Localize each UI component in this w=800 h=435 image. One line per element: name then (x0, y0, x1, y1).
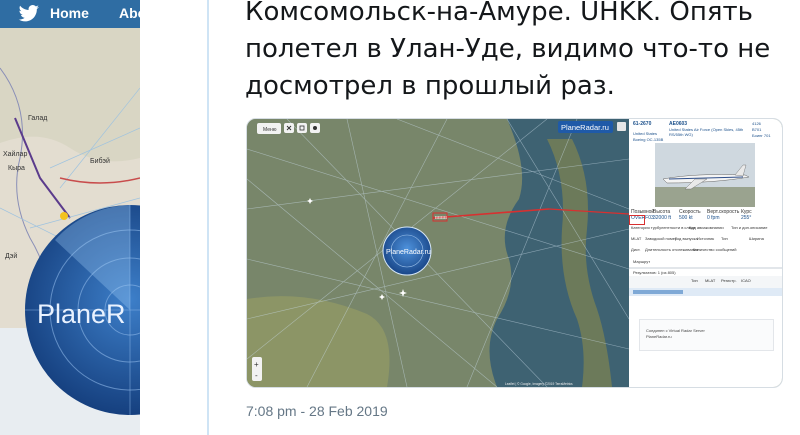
aircraft-photo (655, 143, 755, 207)
tweet-timestamp[interactable]: 7:08 pm - 28 Feb 2019 (246, 403, 388, 419)
field-label: Тип и доп.описание (731, 225, 768, 230)
map-label: Кыра (8, 165, 25, 172)
ad-line: Соединен с Virtual Radar Server (646, 328, 705, 333)
svg-text:-: - (255, 371, 258, 380)
tweet-line: Комсомольск-на-Амуре. UHKK. Опять (245, 0, 753, 27)
flight-country: United States (633, 131, 658, 136)
radar-label: PlaneRadar.ru (386, 249, 431, 256)
field-label: MLAT (631, 236, 642, 241)
flight-callsign: 61-2670 (633, 121, 652, 127)
tweet-line: полетел в Улан-Уде, видимо что-то не (245, 34, 771, 64)
map-label: Галад (28, 115, 47, 122)
radar-badge: PlaneR (25, 205, 140, 415)
field-label: Заводской номер (645, 236, 678, 241)
field-value: 32000 ft (653, 215, 672, 221)
table-row[interactable] (629, 288, 782, 296)
results-table: Тип MLAT Регистр. ICAO (629, 276, 782, 288)
table-header: MLAT (705, 278, 716, 283)
field-label: Код авиакомпании (689, 225, 724, 230)
thread-rail (207, 0, 209, 435)
flight-type: Boeing OC-135B (633, 137, 664, 142)
field-label: Источник (697, 236, 715, 241)
field-label: Количество сообщений (693, 247, 737, 252)
background-page: Home Abo Галад Хайлар Кыра Бибэй Дэй Pla… (0, 0, 140, 435)
route-label: Маршрут (633, 259, 651, 264)
brand-label: PlaneRadar.ru (561, 123, 609, 132)
field-label: Категория турбулентности в следе (631, 225, 696, 230)
field-label: Тип (721, 236, 728, 241)
table-header: ICAO (741, 278, 751, 283)
svg-text:+: + (254, 360, 259, 369)
map-label: Бибэй (90, 157, 110, 165)
tweet-media-image[interactable]: BBBB PlaneRadar.ru Меню + - PlaneRadar.r… (246, 118, 783, 388)
twitter-bird-icon[interactable] (18, 5, 40, 23)
field-label: Дист. (631, 247, 641, 252)
flight-model-desc: Боинг 701 (752, 133, 771, 138)
table-header: Регистр. (721, 278, 737, 283)
flight-model-code: B701 (752, 127, 762, 132)
field-label: Длительность отслеживания (645, 247, 699, 252)
map-label: Дэй (5, 252, 17, 260)
twitter-top-bar: Home Abo (0, 0, 140, 28)
field-value: 500 kt (679, 215, 693, 221)
map-attribution: Leaflet | © Google, Imagery ©2019 TerraM… (505, 382, 573, 386)
flight-squawk: 4126 (752, 121, 761, 126)
results-count: Результатов: 1 (из 805) (633, 270, 676, 275)
tweet-line: досмотрел в прошлый раз. (245, 71, 615, 101)
field-label: Ширина (749, 236, 764, 241)
ad-line: PlaneRadar.ru (646, 334, 672, 339)
advertisement: Соединен с Virtual Radar Server PlaneRad… (639, 319, 774, 351)
flight-operator: United States Air Force (Open Skies, 45t… (669, 127, 744, 137)
field-value: 0 fpm (707, 215, 720, 221)
nav-about-link[interactable]: Abo (119, 5, 140, 21)
map-label: Хайлар (3, 150, 27, 158)
table-header: Тип (691, 278, 698, 283)
field-label: Год выпуска (675, 236, 698, 241)
radar-watermark: PlaneR (37, 299, 126, 329)
nav-home-link[interactable]: Home (50, 5, 89, 21)
flight-info-panel: 61-2670 AE0603 United States Air Force (… (629, 119, 782, 387)
menu-button-label[interactable]: Меню (263, 127, 277, 133)
svg-text:BBBB: BBBB (435, 215, 447, 220)
tweet-text: Комсомольск-на-Амуре. UHKK. Опять полете… (245, 0, 785, 105)
field-value: 255° (741, 215, 752, 221)
